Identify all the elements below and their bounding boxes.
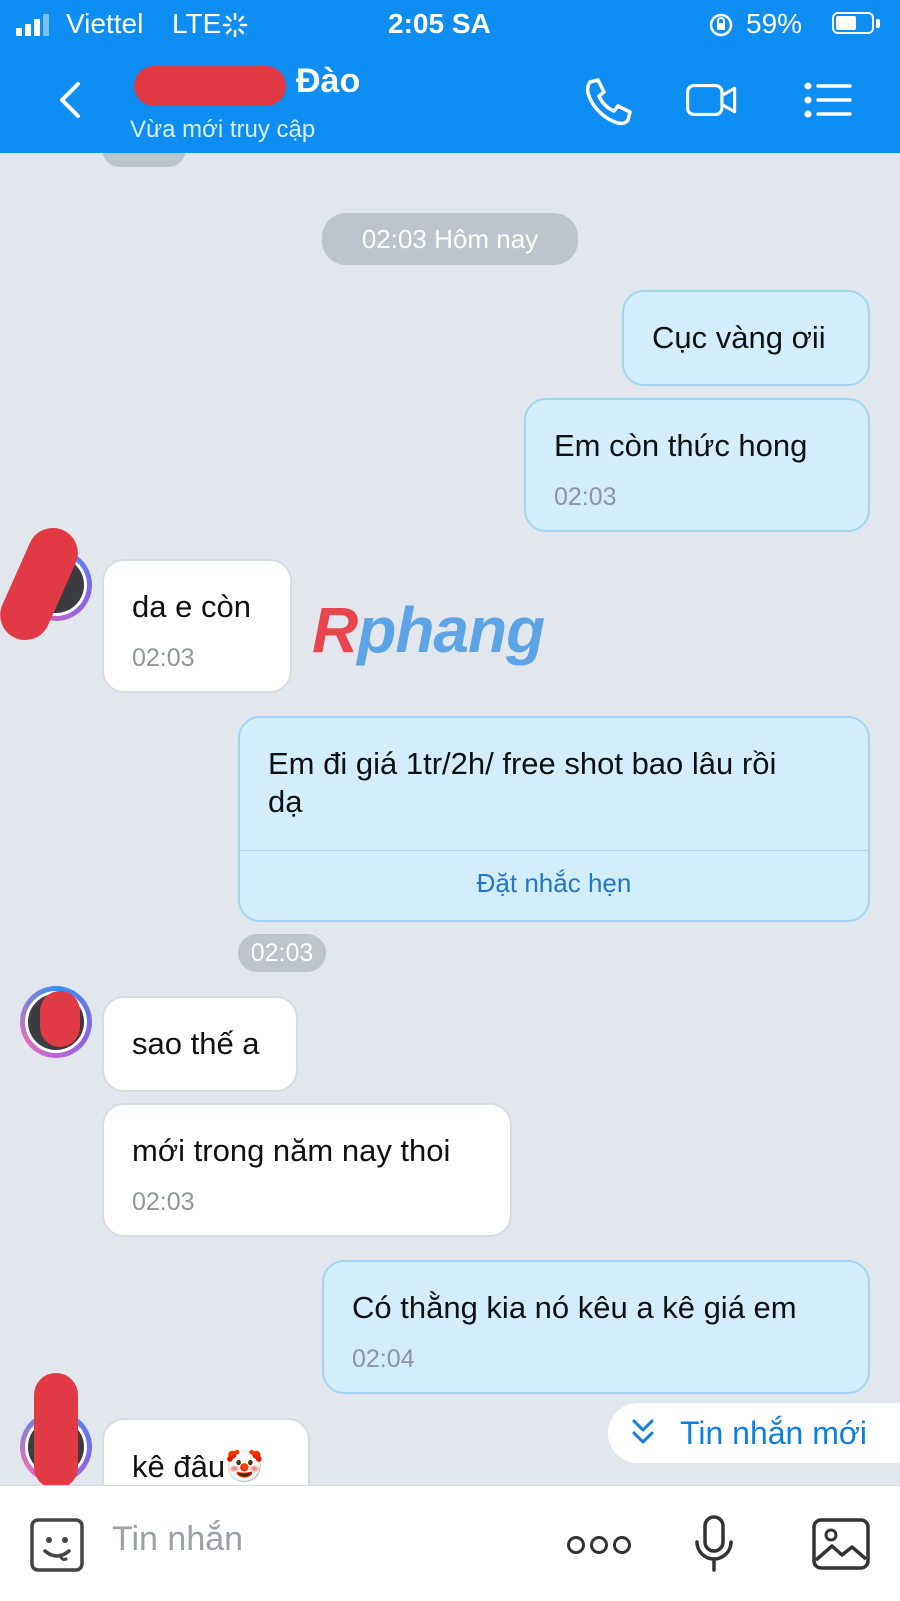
sticker-icon[interactable] (28, 1516, 86, 1574)
divider (240, 850, 868, 851)
status-bar: Viettel LTE 2:05 SA 59% (0, 0, 900, 50)
loading-icon (222, 12, 248, 38)
message-text: Có thằng kia nó kêu a kê giá em (352, 1290, 797, 1325)
message-bubble-outgoing[interactable]: Có thằng kia nó kêu a kê giá em 02:04 (322, 1260, 870, 1394)
network-label: LTE (172, 8, 222, 39)
message-text: Cục vàng ơii (652, 320, 826, 355)
message-bubble-outgoing[interactable]: Em còn thức hong 02:03 (524, 398, 870, 532)
back-icon[interactable] (52, 78, 92, 122)
message-text-continued: dạ (268, 784, 303, 819)
watermark-logo: Rphang (312, 594, 545, 666)
previous-time-pill (102, 153, 186, 167)
video-icon[interactable] (684, 74, 740, 126)
carrier-label: Viettel (66, 8, 144, 39)
more-icon[interactable] (566, 1532, 632, 1558)
date-separator: 02:03 Hôm nay (322, 213, 578, 265)
redaction-mark (40, 991, 80, 1047)
message-bubble-outgoing[interactable]: Em đi giá 1tr/2h/ free shot bao lâu rồi … (238, 716, 870, 922)
new-messages-button[interactable]: Tin nhắn mới (608, 1403, 900, 1463)
new-messages-label: Tin nhắn mới (680, 1415, 867, 1451)
message-bubble-incoming[interactable]: sao thế a (102, 996, 298, 1092)
message-text: da e còn (132, 589, 251, 624)
message-text: mới trong năm nay thoi (132, 1133, 451, 1168)
chevron-down-icon (632, 1419, 654, 1444)
signal-icon (16, 14, 56, 36)
clown-emoji: 🤡 (225, 1449, 264, 1484)
message-text: Em đi giá 1tr/2h/ free shot bao lâu rồi (268, 746, 777, 781)
message-text: kê đâu🤡 (132, 1449, 264, 1484)
battery-percent: 59% (746, 8, 803, 39)
redaction-mark (34, 1373, 78, 1485)
message-text: Em còn thức hong (554, 428, 808, 463)
message-bubble-outgoing[interactable]: Cục vàng ơii (622, 290, 870, 386)
message-list[interactable]: 02:03 Hôm nay Cục vàng ơii Em còn thức h… (0, 153, 900, 1485)
phone-icon[interactable] (578, 74, 634, 126)
message-time: 02:04 (352, 1345, 415, 1373)
message-time-pill: 02:03 (238, 934, 326, 972)
chat-header: Đào Vừa mới truy cập (0, 50, 900, 153)
contact-name[interactable]: Đào (296, 62, 360, 101)
rotation-lock-icon (709, 13, 733, 37)
contact-status: Vừa mới truy cập (130, 116, 316, 143)
mic-icon[interactable] (692, 1514, 736, 1576)
message-bubble-incoming[interactable]: mới trong năm nay thoi 02:03 (102, 1103, 512, 1237)
message-time: 02:03 (132, 1188, 195, 1216)
message-text: sao thế a (132, 1026, 260, 1061)
message-composer: Tin nhắn (0, 1485, 900, 1601)
clock: 2:05 SA (388, 8, 491, 39)
redaction-mark (134, 66, 286, 106)
message-time: 02:03 (132, 644, 195, 672)
set-reminder-link[interactable]: Đặt nhắc hẹn (240, 868, 868, 899)
message-input[interactable]: Tin nhắn (112, 1520, 243, 1559)
message-bubble-incoming[interactable]: kê đâu🤡 (102, 1418, 310, 1485)
battery-icon (832, 12, 882, 36)
image-icon[interactable] (810, 1516, 872, 1572)
menu-icon[interactable] (800, 74, 856, 126)
message-time: 02:03 (554, 483, 617, 511)
message-bubble-incoming[interactable]: da e còn 02:03 (102, 559, 292, 693)
